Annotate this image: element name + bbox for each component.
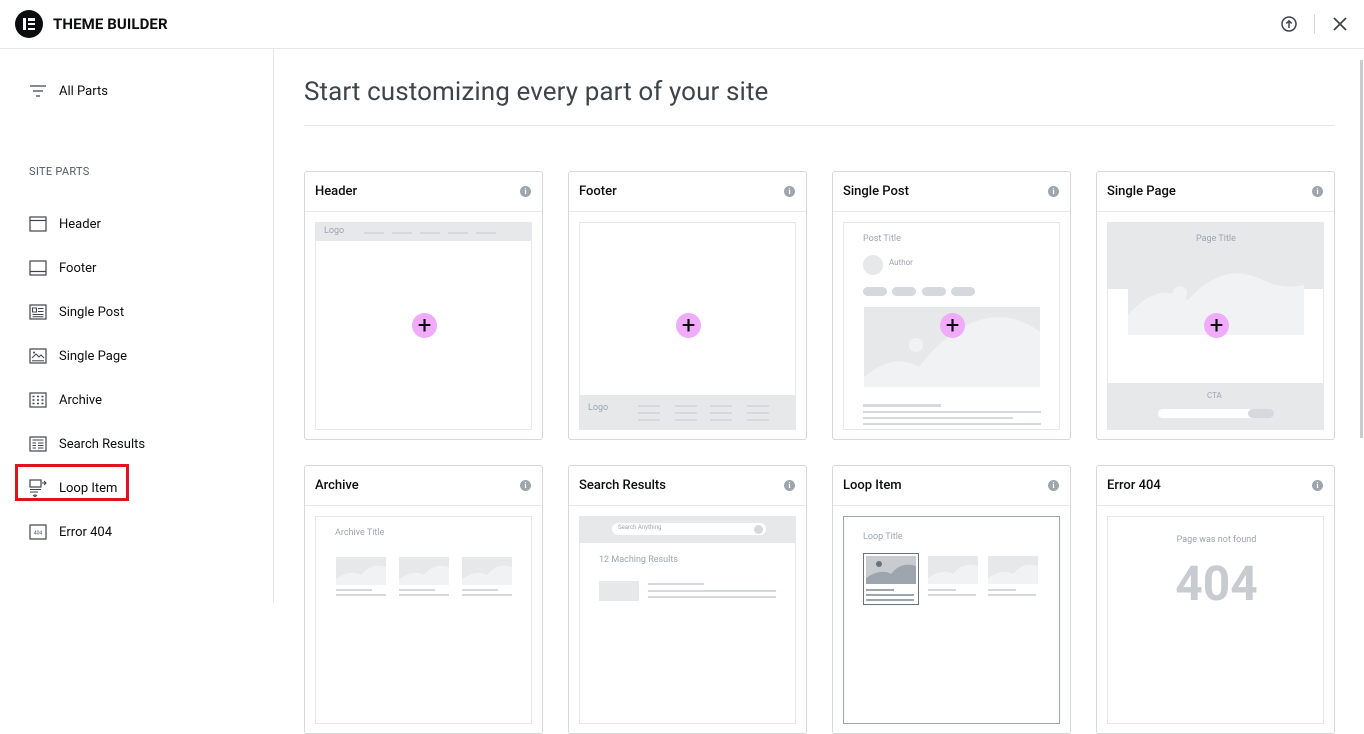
archive-preview: Archive Title (315, 516, 532, 724)
card-title: Single Post (843, 184, 909, 199)
card-title: Loop Item (843, 478, 902, 493)
info-icon[interactable]: i (784, 186, 795, 197)
card-title: Single Page (1107, 184, 1176, 199)
header-icon (29, 216, 47, 232)
card-title: Error 404 (1107, 478, 1161, 493)
sidebar-item-footer[interactable]: Footer (29, 256, 96, 280)
filter-lines-icon (30, 85, 46, 97)
page-title: Start customizing every part of your sit… (304, 77, 769, 107)
footer-icon (29, 260, 47, 276)
help-circle-icon[interactable] (1280, 15, 1298, 33)
error-404-icon: 404 (29, 524, 47, 540)
card-header[interactable]: Header i Logo + (304, 171, 543, 440)
card-single-post[interactable]: Single Post i Post Title Author + (832, 171, 1071, 440)
svg-text:404: 404 (34, 531, 43, 537)
search-results-icon (29, 436, 47, 452)
sidebar-item-search-results[interactable]: Search Results (29, 432, 145, 456)
selection-highlight (15, 464, 129, 501)
sidebar-item-single-page[interactable]: Single Page (29, 344, 127, 368)
top-bar: THEME BUILDER (0, 0, 1364, 49)
card-loop-item[interactable]: Loop Item i Loop Title (832, 465, 1071, 734)
info-icon[interactable]: i (1048, 480, 1059, 491)
single-page-preview: Page Title CTA + (1107, 222, 1324, 430)
info-icon[interactable]: i (1312, 480, 1323, 491)
sidebar-item-archive[interactable]: Archive (29, 388, 102, 412)
info-icon[interactable]: i (784, 480, 795, 491)
search-results-preview: Search Anything 12 Maching Results (579, 516, 796, 724)
header-preview: Logo + (315, 222, 532, 430)
sidebar-item-label: Single Page (59, 348, 128, 364)
info-icon[interactable]: i (520, 186, 531, 197)
add-icon[interactable]: + (676, 313, 701, 338)
sidebar-item-all-parts[interactable]: All Parts (29, 79, 108, 103)
sidebar: All Parts SITE PARTS Header Footer Singl… (0, 49, 274, 603)
sidebar-item-label: Error 404 (59, 524, 113, 540)
scrollbar[interactable] (1360, 60, 1363, 438)
card-title: Footer (579, 184, 617, 199)
add-icon[interactable]: + (940, 313, 965, 338)
single-post-icon (29, 304, 47, 320)
close-icon[interactable] (1331, 15, 1349, 33)
single-page-icon (29, 348, 47, 364)
app-title: THEME BUILDER (53, 15, 168, 33)
info-icon[interactable]: i (1048, 186, 1059, 197)
sidebar-item-label: Single Post (59, 304, 125, 320)
sidebar-item-label: All Parts (59, 83, 108, 99)
info-icon[interactable]: i (520, 480, 531, 491)
error-404-preview: Page was not found 404 (1107, 516, 1324, 724)
archive-icon (29, 392, 47, 408)
topbar-divider (1314, 14, 1315, 34)
card-title: Search Results (579, 478, 666, 493)
sidebar-item-error-404[interactable]: 404 Error 404 (29, 520, 112, 544)
card-search-results[interactable]: Search Results i Search Anything 12 Machi… (568, 465, 807, 734)
card-single-page[interactable]: Single Page i Page Title CTA + (1096, 171, 1335, 440)
add-icon[interactable]: + (1204, 313, 1229, 338)
section-label-site-parts: SITE PARTS (29, 165, 90, 178)
sidebar-item-label: Search Results (59, 436, 146, 452)
single-post-preview: Post Title Author + (843, 222, 1060, 430)
card-title: Header (315, 184, 358, 199)
card-archive[interactable]: Archive i Archive Title (304, 465, 543, 734)
main-content: Start customizing every part of your sit… (274, 49, 1364, 734)
add-icon[interactable]: + (412, 313, 437, 338)
sidebar-item-label: Header (59, 216, 101, 232)
info-icon[interactable]: i (1312, 186, 1323, 197)
sidebar-item-label: Archive (59, 392, 102, 408)
footer-preview: Logo + (579, 222, 796, 430)
card-footer[interactable]: Footer i Logo + (568, 171, 807, 440)
card-error-404[interactable]: Error 404 i Page was not found 404 (1096, 465, 1335, 734)
sidebar-item-label: Footer (59, 260, 97, 276)
title-divider (304, 125, 1335, 126)
card-title: Archive (315, 478, 359, 493)
elementor-logo-icon (15, 10, 43, 38)
loop-item-preview: Loop Title (843, 516, 1060, 724)
sidebar-item-header[interactable]: Header (29, 212, 101, 236)
sidebar-item-single-post[interactable]: Single Post (29, 300, 124, 324)
